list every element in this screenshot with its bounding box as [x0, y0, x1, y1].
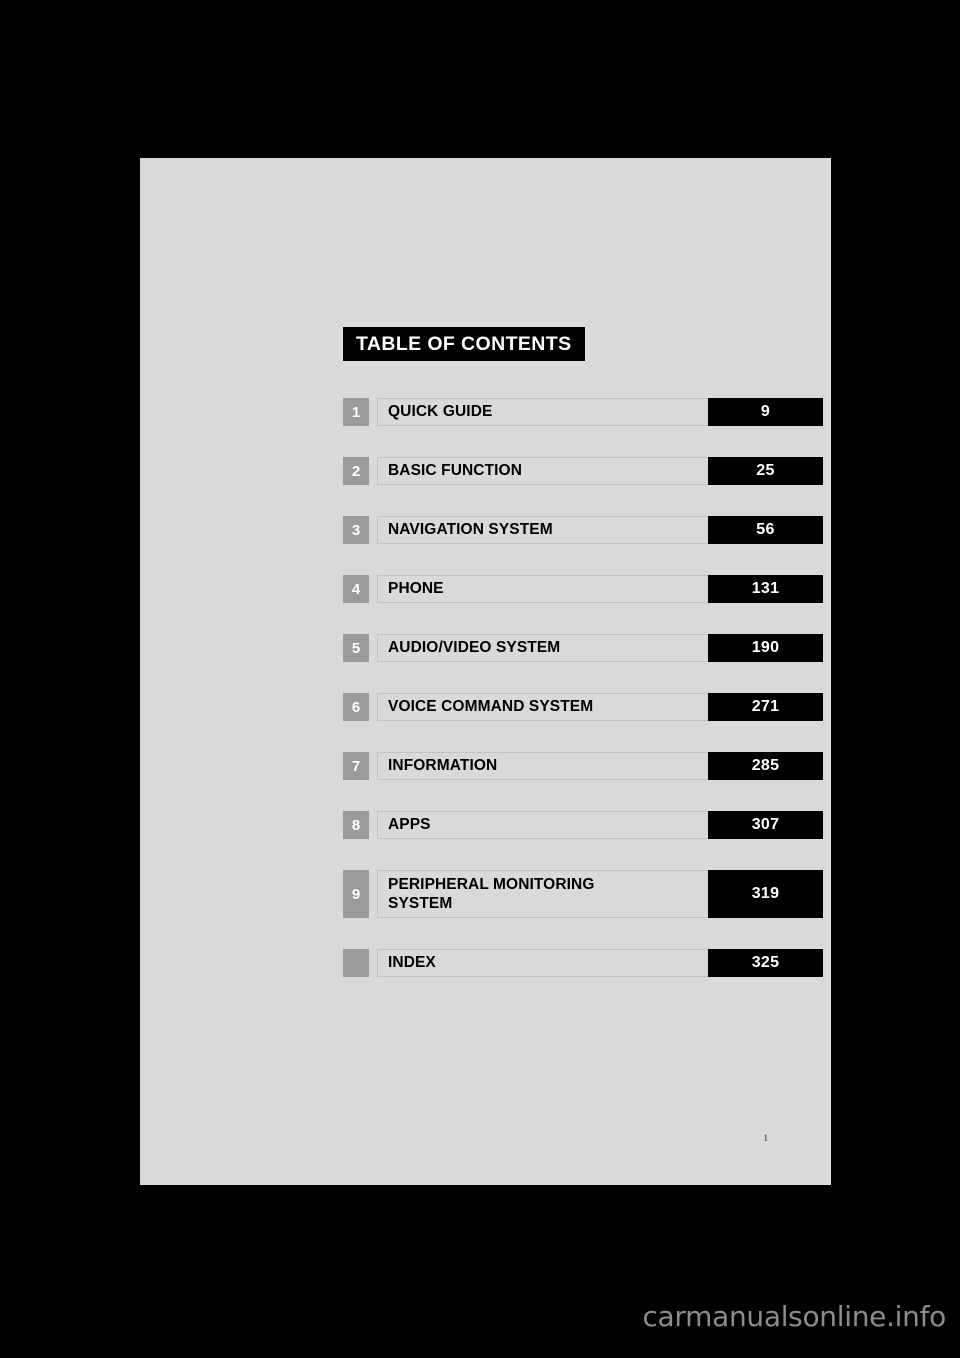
toc-row[interactable]: 5 AUDIO/VIDEO SYSTEM 190 [343, 634, 823, 662]
toc-row-number-badge: 6 [343, 693, 369, 721]
toc-row[interactable]: 8 APPS 307 [343, 811, 823, 839]
toc-row-label: VOICE COMMAND SYSTEM [388, 698, 594, 716]
toc-row-page-number[interactable]: 56 [708, 516, 823, 544]
toc-row-page-number[interactable]: 325 [708, 949, 823, 977]
toc-row-label-lines: APPS [388, 815, 431, 834]
toc-row[interactable]: 4 PHONE 131 [343, 575, 823, 603]
toc-row-page-number[interactable]: 131 [708, 575, 823, 603]
toc-row[interactable]: 2 BASIC FUNCTION 25 [343, 457, 823, 485]
toc-row-label: INDEX [388, 954, 436, 972]
toc-row-label-lines: INFORMATION [388, 756, 497, 775]
toc-row-label-box[interactable]: VOICE COMMAND SYSTEM [377, 693, 708, 721]
toc-row-spacer [369, 870, 377, 918]
toc-row-spacer [369, 811, 377, 839]
site-watermark: carmanualsonline.info [0, 1303, 960, 1331]
toc-row-spacer [369, 949, 377, 977]
toc-row-label: INFORMATION [388, 757, 498, 775]
toc-row[interactable]: 3 NAVIGATION SYSTEM 56 [343, 516, 823, 544]
toc-row[interactable]: 9 PERIPHERAL MONITORING SYSTEM 319 [343, 870, 823, 918]
toc-row-label-box[interactable]: PHONE [377, 575, 708, 603]
toc-row-number-badge: 3 [343, 516, 369, 544]
toc-row-number-badge: 2 [343, 457, 369, 485]
toc-row-label: AUDIO/VIDEO SYSTEM [388, 639, 561, 657]
toc-row-label-box[interactable]: BASIC FUNCTION [377, 457, 708, 485]
toc-row-label-lines: QUICK GUIDE [388, 402, 492, 421]
toc-row-label-lines: NAVIGATION SYSTEM [388, 520, 553, 539]
toc-row-label-box[interactable]: INFORMATION [377, 752, 708, 780]
toc-row-label: NAVIGATION SYSTEM [388, 521, 553, 539]
toc-row-label-box[interactable]: AUDIO/VIDEO SYSTEM [377, 634, 708, 662]
toc-row-label-lines: PERIPHERAL MONITORING SYSTEM [388, 875, 595, 914]
toc-row-number-badge: 7 [343, 752, 369, 780]
toc-row-spacer [369, 752, 377, 780]
toc-row-spacer [369, 575, 377, 603]
toc-row-label-lines: BASIC FUNCTION [388, 461, 522, 480]
toc-row-spacer [369, 398, 377, 426]
toc-list: 1 QUICK GUIDE 9 2 BASIC FUNCTION 25 3 NAVIGATIO… [343, 398, 823, 1008]
toc-row-label-lines: INDEX [388, 953, 436, 972]
toc-row-spacer [369, 457, 377, 485]
toc-row-label-box[interactable]: INDEX [377, 949, 708, 977]
toc-row-label-lines: AUDIO/VIDEO SYSTEM [388, 638, 560, 657]
toc-row-page-number[interactable]: 271 [708, 693, 823, 721]
toc-row-page-number[interactable]: 190 [708, 634, 823, 662]
screenshot-root: { "document": { "background_color": "#00… [0, 0, 960, 1358]
toc-row-page-number[interactable]: 285 [708, 752, 823, 780]
watermark-tld: .info [886, 1300, 946, 1333]
toc-row-page-number[interactable]: 319 [708, 870, 823, 918]
toc-row-label-box[interactable]: APPS [377, 811, 708, 839]
toc-row-number-badge: 8 [343, 811, 369, 839]
toc-row[interactable]: 1 QUICK GUIDE 9 [343, 398, 823, 426]
toc-row-spacer [369, 693, 377, 721]
toc-row-label: APPS [388, 816, 431, 834]
toc-row-label-box[interactable]: NAVIGATION SYSTEM [377, 516, 708, 544]
toc-row-number-badge [343, 949, 369, 977]
toc-row-label: BASIC FUNCTION [388, 462, 523, 480]
toc-row-number-badge: 1 [343, 398, 369, 426]
toc-row-page-number[interactable]: 307 [708, 811, 823, 839]
toc-row-label-box[interactable]: PERIPHERAL MONITORING SYSTEM [377, 870, 708, 918]
toc-row-label: PERIPHERAL MONITORING [388, 875, 595, 893]
toc-row[interactable]: INDEX 325 [343, 949, 823, 977]
toc-row-number-badge: 4 [343, 575, 369, 603]
toc-row-label-box[interactable]: QUICK GUIDE [377, 398, 708, 426]
toc-row-page-number[interactable]: 25 [708, 457, 823, 485]
toc-row-label-lines: PHONE [388, 579, 444, 598]
page-title: TABLE OF CONTENTS [343, 327, 585, 361]
toc-row-spacer [369, 516, 377, 544]
toc-row-label-lines: VOICE COMMAND SYSTEM [388, 697, 593, 716]
toc-row-page-number[interactable]: 9 [708, 398, 823, 426]
toc-row-label: QUICK GUIDE [388, 403, 493, 421]
toc-row-number-badge: 5 [343, 634, 369, 662]
toc-row[interactable]: 7 INFORMATION 285 [343, 752, 823, 780]
toc-row-label: PHONE [388, 580, 444, 598]
page-folio-number: 1 [763, 1133, 769, 1143]
toc-row-number-badge: 9 [343, 870, 369, 918]
toc-row-label-line2: SYSTEM [388, 895, 453, 912]
manual-page: TABLE OF CONTENTS 1 QUICK GUIDE 9 2 BASIC FU… [140, 158, 831, 1185]
watermark-name: carmanualsonline [642, 1300, 887, 1333]
toc-row-spacer [369, 634, 377, 662]
toc-row[interactable]: 6 VOICE COMMAND SYSTEM 271 [343, 693, 823, 721]
